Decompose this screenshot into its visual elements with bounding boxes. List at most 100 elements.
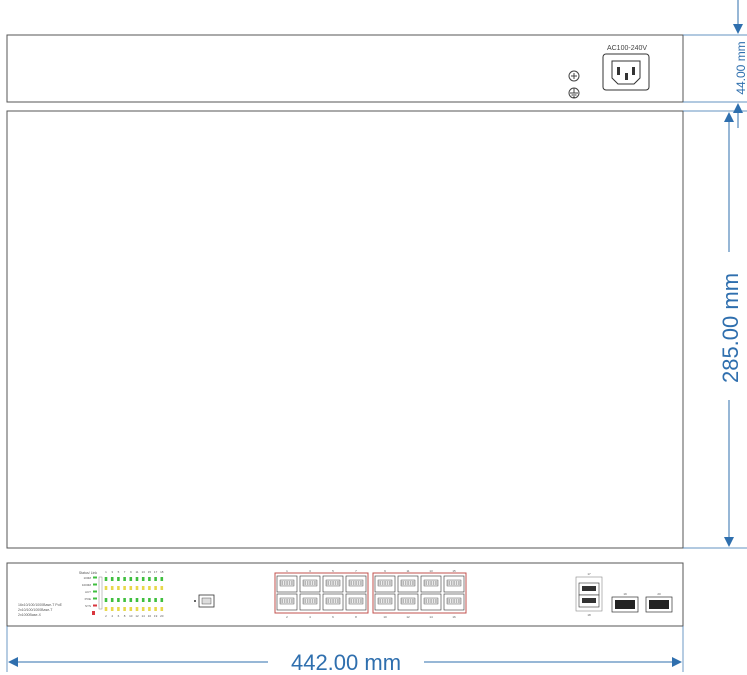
led-port-number: 10 xyxy=(129,614,133,618)
led-indicator xyxy=(141,586,145,590)
led-row-indicator xyxy=(93,597,97,600)
led-port-number: 17 xyxy=(154,570,158,574)
led-indicator xyxy=(104,586,108,590)
ground-screw-icon xyxy=(568,70,580,82)
console-led-indicator xyxy=(194,600,196,602)
sfp-port-number: 20 xyxy=(657,592,661,596)
rj45-port-contacts xyxy=(377,597,393,605)
led-indicator xyxy=(123,577,126,581)
led-port-number: 19 xyxy=(154,614,158,618)
ground-symbol-icon xyxy=(568,87,580,99)
rj45-port-contacts xyxy=(446,579,462,587)
led-indicator xyxy=(117,586,120,590)
led-row-indicator xyxy=(93,590,97,593)
led-indicator xyxy=(160,577,164,581)
front-panel: Status/ Link100M1000MACTPOESYS1 3 5 7 9 11 13 1… xyxy=(6,562,684,627)
led-indicator xyxy=(141,598,145,602)
led-port-number: 12 xyxy=(135,614,139,618)
rj45-port-contacts xyxy=(348,597,364,605)
led-port-number: 11 xyxy=(135,570,138,574)
switch-dimension-drawing: AC100-240V Status/ Link100M 1000M ACT POE SY… xyxy=(6,0,747,675)
sfp-port-number: 19 xyxy=(623,592,627,596)
led-indicator xyxy=(160,598,164,602)
sys-led-indicator xyxy=(92,611,95,615)
led-indicator xyxy=(123,598,126,602)
rj45-port-number: 16 xyxy=(452,615,456,619)
led-indicator xyxy=(160,586,164,590)
led-row-label: SYS xyxy=(85,604,91,608)
led-indicator xyxy=(135,586,139,590)
uplink-port-slot xyxy=(582,586,596,591)
led-indicator xyxy=(110,586,114,590)
rj45-port-number: 12 xyxy=(406,615,410,619)
led-indicator xyxy=(135,598,139,602)
led-indicator xyxy=(117,607,120,611)
rj45-port-contacts xyxy=(423,597,439,605)
led-indicator xyxy=(129,586,133,590)
rj45-port-contacts xyxy=(279,597,295,605)
led-row-label: 100M xyxy=(83,576,91,580)
led-indicator xyxy=(154,607,157,611)
led-indicator xyxy=(141,607,145,611)
rj45-port-contacts xyxy=(400,597,416,605)
rj45-port-contacts xyxy=(348,579,364,587)
rj45-port-contacts xyxy=(400,579,416,587)
rj45-port-number: 14 xyxy=(429,615,433,619)
rj45-port-contacts xyxy=(423,579,439,587)
led-indicator xyxy=(104,607,108,611)
width-dimension-label: 442.00 mm xyxy=(291,650,401,675)
rj45-port-contacts xyxy=(446,597,462,605)
led-indicator xyxy=(148,577,151,581)
led-indicator xyxy=(148,607,151,611)
spec-line: 2x10/100/1000Base-T xyxy=(18,608,53,612)
led-indicator xyxy=(129,598,133,602)
led-indicator xyxy=(148,586,151,590)
led-indicator xyxy=(135,577,139,581)
led-row-label: POE xyxy=(85,597,91,601)
rj45-port-number: 15 xyxy=(452,569,456,573)
led-indicator xyxy=(154,577,157,581)
spec-line: 16x10/100/1000Base-T PoE xyxy=(18,603,63,607)
led-port-number: 13 xyxy=(142,570,146,574)
power-label: AC100-240V xyxy=(607,45,647,52)
rj45-port-contacts xyxy=(302,597,318,605)
rj45-port-number: 13 xyxy=(429,569,433,573)
led-indicator xyxy=(104,577,108,581)
uplink-port-slot xyxy=(582,598,596,603)
sfp-port-slot xyxy=(615,600,635,609)
led-port-number: 15 xyxy=(148,570,152,574)
height-dimension-label: 44.00 mm xyxy=(734,41,747,94)
led-indicator xyxy=(123,607,126,611)
rj45-port-contacts xyxy=(302,579,318,587)
led-port-number: 20 xyxy=(160,614,164,618)
rj45-port-number: 11 xyxy=(406,569,409,573)
led-indicator xyxy=(110,598,114,602)
led-indicator xyxy=(129,577,133,581)
led-indicator xyxy=(110,577,114,581)
rj45-port-number: 10 xyxy=(383,615,387,619)
led-indicator xyxy=(110,607,114,611)
led-indicator xyxy=(117,577,120,581)
led-port-number: 14 xyxy=(142,614,146,618)
console-port-contacts xyxy=(201,597,212,605)
rj45-port-contacts xyxy=(377,579,393,587)
led-row-indicator xyxy=(93,604,97,607)
led-indicator xyxy=(135,607,139,611)
led-indicator xyxy=(154,598,157,602)
led-indicator xyxy=(141,577,145,581)
led-row-indicator xyxy=(93,576,97,579)
led-indicator xyxy=(154,586,157,590)
led-indicator xyxy=(117,598,120,602)
status-title: Status/ Link xyxy=(79,571,98,575)
led-indicator xyxy=(129,607,133,611)
power-socket-icon xyxy=(602,53,650,91)
led-port-number: 16 xyxy=(148,614,152,618)
led-row-label: 1000M xyxy=(82,583,92,587)
uplink-port-number: 18 xyxy=(587,613,591,617)
uplink-port-number: 17 xyxy=(587,572,591,576)
led-indicator xyxy=(160,607,164,611)
depth-dimension-label: 285.00 mm xyxy=(718,273,743,383)
rear-panel: AC100-240V xyxy=(6,34,684,103)
rj45-port-contacts xyxy=(325,597,341,605)
led-row-indicator xyxy=(93,583,97,586)
